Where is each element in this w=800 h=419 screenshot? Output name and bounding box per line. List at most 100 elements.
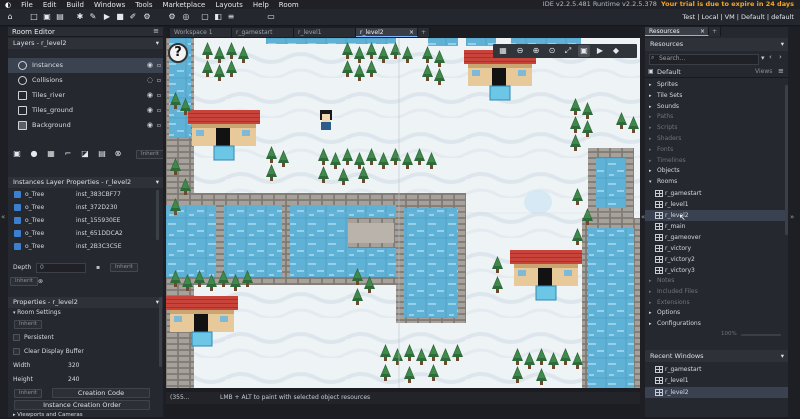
width-value[interactable]: 320 [68,359,79,373]
list-item[interactable]: o_Tree inst_372D230 [8,201,163,214]
home-icon[interactable]: ⌂ [4,11,16,23]
room-map[interactable] [166,38,640,388]
room-settings-row[interactable]: ▾ Room Settings [8,308,163,318]
extension-icon[interactable]: ◧ [212,11,224,23]
layer-instances[interactable]: Instances ◉ ▫ [8,58,163,73]
checkbox[interactable] [14,217,21,224]
add-instance-layer-icon[interactable]: ● [28,148,40,160]
menu-help[interactable]: Help [248,1,274,9]
eye-icon[interactable]: ◉ [147,58,153,73]
monitor-icon[interactable]: ▭ [265,11,277,23]
inherit-room-button[interactable]: Inherit [14,320,42,329]
group-configurations[interactable]: ▸ Configurations [645,319,788,330]
lock-icon[interactable]: ▫ [157,88,161,103]
eye-icon[interactable]: ◉ [147,88,153,103]
menu-marketplace[interactable]: Marketplace [157,1,210,9]
prev-icon[interactable]: ‹ [769,53,772,61]
group-options[interactable]: ▸ Options [645,308,788,319]
checkbox[interactable] [14,191,21,198]
menu-file[interactable]: File [16,1,38,9]
lock-icon[interactable]: ▫ [157,118,161,133]
delete-layer-icon[interactable]: ⊗ [112,148,124,160]
close-icon[interactable]: × [700,27,705,36]
grid-icon[interactable]: ▦ [497,45,509,57]
tab-r-level1[interactable]: r_level1 [294,28,356,37]
chevron-down-icon[interactable]: ▾ [156,38,159,49]
list-item[interactable]: o_Tree inst_2B3C3C5E [8,240,163,253]
splitter[interactable] [163,27,166,417]
collapse-right-icon[interactable]: » [790,213,794,221]
ghost-sprite[interactable] [524,190,552,214]
persistent-checkbox[interactable] [13,334,20,341]
clear-display-checkbox[interactable] [13,348,20,355]
group-objects[interactable]: ▸ Objects [645,166,788,177]
tab-workspace1[interactable]: Workspace 1 [170,28,232,37]
scrollbar[interactable] [156,190,159,240]
target-selector[interactable]: Test | Local | VM | Default | default [682,13,794,21]
inherit-instances-button[interactable]: Inherit [10,277,38,286]
persistent-row[interactable]: Persistent [8,331,163,345]
layer-tiles-ground[interactable]: Tiles_ground ◉ ▫ [8,103,163,118]
layers-icon[interactable]: ≡ [225,11,237,23]
menu-edit[interactable]: Edit [38,1,62,9]
group-shaders[interactable]: ▸ Shaders [645,134,788,145]
recent-item-selected[interactable]: r_level2 [645,386,788,399]
game-options-icon[interactable]: ◎ [180,11,192,23]
depth-input[interactable]: 0 [36,263,86,273]
lock-icon[interactable]: ▫ [157,73,161,88]
list-item[interactable]: o_Tree inst_383CBF77 [8,188,163,201]
group-tilesets[interactable]: ▸ Tile Sets [645,91,788,102]
frame-icon[interactable]: ▣ [578,45,590,57]
chevron-down-icon[interactable]: ▾ [781,38,784,51]
instance-order-button[interactable]: Instance Creation Order [14,400,150,410]
room-item[interactable]: r_victory2 [645,254,788,265]
clean-cache-icon[interactable]: ⚙ [141,11,153,23]
zoom-slider[interactable] [741,333,781,336]
checkbox[interactable] [14,204,21,211]
debug-icon[interactable]: ✱ [74,11,86,23]
tab-resources[interactable]: Resources × [645,27,709,36]
room-item[interactable]: r_victory3 [645,265,788,276]
scrollbar[interactable] [785,85,788,235]
room-item[interactable]: r_gamestart [645,188,788,199]
zoom-reset-icon[interactable]: ⊙ [546,45,558,57]
group-paths[interactable]: ▸ Paths [645,112,788,123]
player-sprite[interactable] [320,110,332,130]
menu-windows[interactable]: Windows [89,1,130,9]
add-background-layer-icon[interactable]: ▣ [11,148,23,160]
panel-menu-icon[interactable]: ≡ [153,27,159,35]
eye-icon[interactable]: ◉ [147,103,153,118]
settings-icon[interactable]: ⚙ [166,11,178,23]
default-view-label[interactable]: Default [657,68,681,76]
group-sounds[interactable]: ▸ Sounds [645,102,788,113]
new-project-icon[interactable]: □ [28,11,40,23]
group-scripts[interactable]: ▸ Scripts [645,123,788,134]
clean-icon[interactable]: ✎ [87,11,99,23]
room-canvas[interactable]: ? ▦ ⊖ ⊕ ⊙ ⤢ ▣ ▶ ◆ [166,38,640,388]
layer-background[interactable]: Background ◉ ▫ [8,118,163,133]
group-sprites[interactable]: ▸ Sprites [645,80,788,91]
inherit-depth-button[interactable]: Inherit [110,263,138,272]
lock-icon[interactable]: ▪ [96,261,100,275]
zoom-out-icon[interactable]: ⊖ [514,45,526,57]
delete-icon[interactable]: ⊗ [38,275,43,289]
help-icon[interactable]: ? [168,43,188,63]
app-logo[interactable]: ◐ [0,1,16,9]
menu-layouts[interactable]: Layouts [210,1,247,9]
checkbox[interactable] [14,243,21,250]
layer-tiles-river[interactable]: Tiles_river ◉ ▫ [8,88,163,103]
stop-icon[interactable]: ■ [114,11,126,23]
chevron-down-icon[interactable]: ▾ [781,350,784,362]
save-icon[interactable]: ▤ [54,11,66,23]
scrollbar[interactable] [159,297,162,367]
search-options-icon[interactable]: ▾ [761,54,765,62]
room-item-selected[interactable]: r_level2 ↖ [645,209,788,222]
zoom-level[interactable]: 100% [721,331,737,337]
add-tile-layer-icon[interactable]: ▦ [45,148,57,160]
clear-display-row[interactable]: Clear Display Buffer [8,345,163,359]
group-notes[interactable]: ▸ Notes [645,276,788,287]
room-item[interactable]: r_level1 [645,199,788,210]
group-rooms[interactable]: ▾ Rooms [645,177,788,188]
fit-screen-icon[interactable]: ⤢ [562,45,574,57]
zoom-in-icon[interactable]: ⊕ [530,45,542,57]
